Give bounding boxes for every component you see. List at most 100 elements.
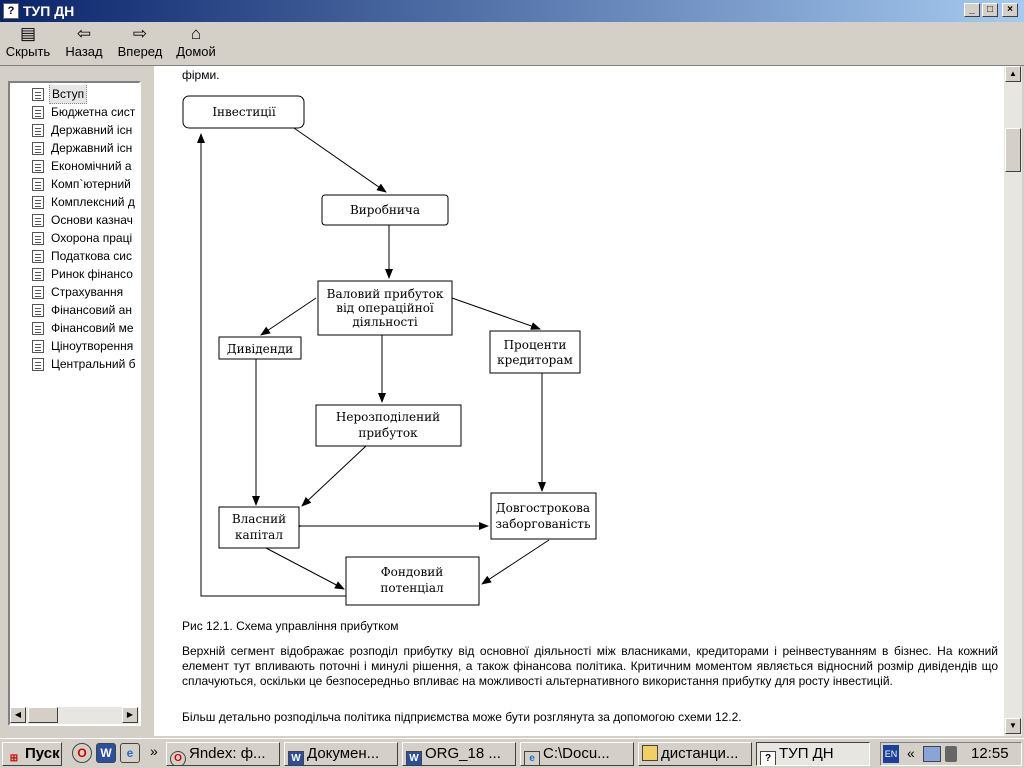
opera-icon[interactable]: O bbox=[72, 743, 92, 763]
network-icon[interactable] bbox=[923, 746, 941, 762]
tree-item[interactable]: Вступ bbox=[32, 85, 140, 104]
node-stock-potential-line: Фондовий bbox=[381, 565, 444, 579]
toolbar: ▤ Скрыть ⇦ Назад ⇨ Вперед ⌂ Домой bbox=[0, 22, 1024, 66]
vertical-scrollbar[interactable]: ▲ ▼ bbox=[1004, 66, 1022, 736]
page-icon bbox=[32, 105, 44, 119]
scroll-up-button[interactable]: ▲ bbox=[1005, 66, 1021, 82]
forward-label: Вперед bbox=[117, 44, 163, 59]
tree-item[interactable]: Державний існ bbox=[32, 121, 140, 139]
folder-icon bbox=[642, 745, 658, 761]
home-label: Домой bbox=[176, 44, 216, 59]
taskbar-item[interactable]: W Докумен... bbox=[284, 742, 398, 766]
tree-item[interactable]: Ринок фінансо bbox=[32, 265, 140, 283]
page-icon bbox=[32, 285, 44, 299]
tree-item[interactable]: Страхування bbox=[32, 283, 140, 301]
help-window: ? ТУП ДН _ □ × ▤ Скрыть ⇦ Назад ⇨ Вперед… bbox=[0, 0, 1024, 738]
page-icon bbox=[32, 303, 44, 317]
scroll-right-button[interactable]: ▶ bbox=[122, 707, 138, 723]
page-icon bbox=[32, 177, 44, 191]
tree-item[interactable]: Бюджетна сист bbox=[32, 103, 140, 121]
windows-logo-icon: ⊞ bbox=[9, 753, 19, 764]
top-text: фірми. bbox=[182, 68, 220, 82]
system-tray: EN « 12:55 bbox=[880, 742, 1022, 766]
page-icon bbox=[32, 321, 44, 335]
title-bar[interactable]: ? ТУП ДН _ □ × bbox=[0, 0, 1024, 22]
node-retained-line: прибуток bbox=[358, 426, 418, 440]
tree-item[interactable]: Ціноутворення bbox=[32, 337, 140, 355]
tree-item[interactable]: Центральний б bbox=[32, 355, 140, 373]
node-production-label: Виробнича bbox=[350, 203, 420, 217]
back-label: Назад bbox=[65, 44, 103, 59]
arrow-left-icon: ⇦ bbox=[76, 24, 92, 43]
page-icon bbox=[32, 339, 44, 353]
scroll-thumb[interactable] bbox=[1005, 128, 1021, 172]
tree-item[interactable]: Державний існ bbox=[32, 139, 140, 157]
start-button[interactable]: ⊞ Пуск bbox=[2, 742, 62, 766]
word-icon[interactable]: W bbox=[96, 743, 116, 763]
volume-icon[interactable] bbox=[945, 746, 957, 762]
page-icon bbox=[32, 231, 44, 245]
tree-item[interactable]: Охорона праці bbox=[32, 229, 140, 247]
taskbar-item[interactable]: e C:\Docu... bbox=[520, 742, 634, 766]
scroll-left-button[interactable]: ◀ bbox=[10, 707, 26, 723]
help-book-icon: ? bbox=[3, 3, 19, 19]
language-indicator[interactable]: EN bbox=[883, 745, 899, 763]
node-long-debt-box bbox=[490, 492, 597, 540]
page-icon bbox=[32, 357, 44, 371]
horizontal-scrollbar[interactable]: ◀ ▶ bbox=[10, 707, 139, 724]
page-icon bbox=[32, 123, 44, 137]
page-icon bbox=[32, 267, 44, 281]
minimize-button[interactable]: _ bbox=[964, 3, 980, 17]
tree-item[interactable]: Фінансовий ме bbox=[32, 319, 140, 337]
home-icon: ⌂ bbox=[190, 24, 202, 43]
quicklaunch-chevron[interactable]: » bbox=[150, 743, 158, 759]
window-title: ТУП ДН bbox=[23, 3, 75, 19]
node-interest-line: кредиторам bbox=[497, 353, 573, 367]
node-gross-profit-line: діяльності bbox=[352, 315, 418, 329]
tray-chevron[interactable]: « bbox=[907, 745, 915, 761]
close-button[interactable]: × bbox=[1002, 3, 1018, 17]
page-icon bbox=[32, 141, 44, 155]
hide-button[interactable]: ▤ Скрыть bbox=[2, 24, 54, 64]
tree-item[interactable]: Податкова сис bbox=[32, 247, 140, 265]
node-interest-line: Проценти bbox=[504, 338, 567, 352]
figure-caption: Рис 12.1. Схема управління прибутком bbox=[182, 619, 399, 633]
page-icon bbox=[32, 159, 44, 173]
tree-item[interactable]: Комплексний д bbox=[32, 193, 140, 211]
taskbar-item[interactable]: W ORG_18 ... bbox=[402, 742, 516, 766]
hide-pane-icon: ▤ bbox=[19, 24, 37, 43]
arrow-right-icon: ⇨ bbox=[132, 24, 148, 43]
back-button[interactable]: ⇦ Назад bbox=[58, 24, 110, 64]
forward-button[interactable]: ⇨ Вперед bbox=[112, 24, 168, 64]
ie-icon[interactable]: e bbox=[120, 743, 140, 763]
tree-item[interactable]: Економічний а bbox=[32, 157, 140, 175]
tree-item[interactable]: Фінансовий ан bbox=[32, 301, 140, 319]
tree-item[interactable]: Комп`ютерний bbox=[32, 175, 140, 193]
node-long-debt-line: Довгострокова bbox=[496, 501, 590, 515]
node-retained-line: Нерозподілений bbox=[336, 410, 440, 424]
word-icon: W bbox=[288, 751, 304, 765]
taskbar-item[interactable]: дистанци... bbox=[638, 742, 752, 766]
node-stock-potential-line: потенціал bbox=[380, 581, 444, 595]
topic-content: фірми. Інвестиції Виробнича Валовий приб… bbox=[154, 66, 1004, 736]
page-icon bbox=[32, 249, 44, 263]
contents-tree: Вступ Бюджетна сист Державний існ Держав… bbox=[32, 85, 140, 705]
node-gross-profit-line: Валовий прибуток bbox=[327, 287, 444, 301]
scroll-thumb[interactable] bbox=[28, 707, 58, 723]
tree-item[interactable]: Основи казнач bbox=[32, 211, 140, 229]
clock[interactable]: 12:55 bbox=[971, 744, 1009, 764]
home-button[interactable]: ⌂ Домой bbox=[170, 24, 222, 64]
node-long-debt-line: заборгованість bbox=[496, 517, 591, 531]
contents-pane: Вступ Бюджетна сист Державний існ Держав… bbox=[8, 81, 141, 726]
page-icon bbox=[32, 195, 44, 209]
hide-label: Скрыть bbox=[5, 44, 51, 59]
taskbar-item[interactable]: O Яndex: ф... bbox=[166, 742, 280, 766]
scroll-down-button[interactable]: ▼ bbox=[1005, 718, 1021, 734]
page-icon bbox=[32, 87, 44, 101]
taskbar-item-active[interactable]: ? ТУП ДН bbox=[756, 742, 870, 766]
node-gross-profit-line: від операційної bbox=[336, 301, 434, 315]
maximize-button[interactable]: □ bbox=[982, 3, 998, 17]
node-investments-label: Інвестиції bbox=[212, 105, 276, 119]
profit-management-diagram: Інвестиції Виробнича Валовий прибуток ві… bbox=[182, 95, 597, 606]
node-equity-line: Власний bbox=[232, 512, 286, 526]
